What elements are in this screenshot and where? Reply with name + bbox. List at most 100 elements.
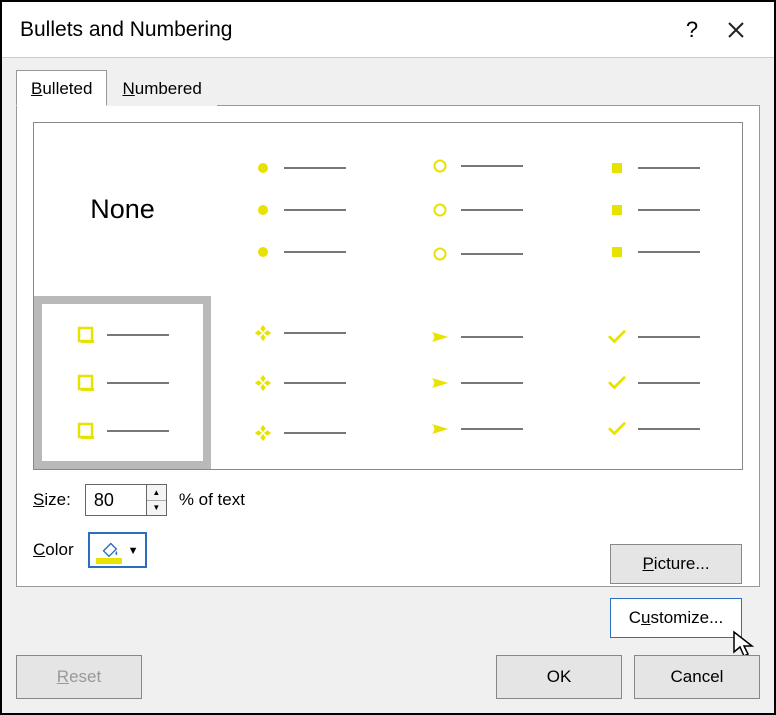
four-diamonds-icon <box>254 373 272 393</box>
four-diamonds-icon <box>254 423 272 443</box>
preview-line <box>284 209 346 211</box>
dialog-body: Bulleted Numbered None <box>2 58 774 713</box>
chevron-down-icon: ▼ <box>128 545 139 557</box>
preview-line <box>638 336 700 338</box>
tab-numbered-label: N <box>122 79 134 98</box>
preview-row <box>431 421 523 437</box>
customize-button-rest: stomize... <box>651 608 724 627</box>
preview-line <box>284 167 346 169</box>
size-spin-down[interactable]: ▼ <box>147 501 166 516</box>
size-spinner[interactable]: ▲ ▼ <box>85 484 167 516</box>
ok-button[interactable]: OK <box>496 655 622 699</box>
cancel-button[interactable]: Cancel <box>634 655 760 699</box>
preview-line <box>638 382 700 384</box>
preview-row <box>254 162 346 174</box>
preview-line <box>638 251 700 253</box>
preview-row <box>431 375 523 391</box>
four-diamonds-icon <box>254 323 272 343</box>
preview-line <box>638 167 700 169</box>
filled-square-icon <box>608 162 626 174</box>
bullet-option-hollow-square[interactable] <box>34 296 211 469</box>
tab-bar: Bulleted Numbered <box>16 70 760 106</box>
preview-line <box>461 165 523 167</box>
preview-row <box>608 162 700 174</box>
hollow-circle-icon <box>431 159 449 173</box>
preview-line <box>107 382 169 384</box>
preview-row <box>254 246 346 258</box>
preview-row <box>77 422 169 440</box>
bullet-style-grid: None <box>33 122 743 470</box>
preview-row <box>608 375 700 391</box>
bullet-option-filled-circle[interactable] <box>211 123 388 296</box>
help-button[interactable]: ? <box>670 8 714 52</box>
dialog-footer: Reset OK Cancel <box>16 655 760 699</box>
title-bar: Bullets and Numbering ? <box>2 2 774 58</box>
tab-bulleted[interactable]: Bulleted <box>16 70 107 106</box>
tab-numbered[interactable]: Numbered <box>107 70 216 106</box>
size-spin-up[interactable]: ▲ <box>147 485 166 501</box>
arrowhead-icon <box>431 375 449 391</box>
preview-line <box>461 209 523 211</box>
checkmark-icon <box>608 375 626 391</box>
hollow-circle-icon <box>431 247 449 261</box>
close-button[interactable] <box>714 8 758 52</box>
arrowhead-icon <box>431 329 449 345</box>
preview-line <box>461 382 523 384</box>
preview-line <box>461 428 523 430</box>
preview-line <box>284 251 346 253</box>
preview-row <box>254 373 346 393</box>
preview-line <box>638 428 700 430</box>
preview-row <box>608 246 700 258</box>
reset-button-rest: eset <box>69 667 101 686</box>
paint-bucket-icon <box>98 538 120 560</box>
preview-line <box>284 332 346 334</box>
tab-numbered-rest: umbered <box>135 79 202 98</box>
preview-line <box>284 382 346 384</box>
preview-row <box>608 421 700 437</box>
none-label: None <box>90 194 155 225</box>
preview-row <box>431 203 523 217</box>
dialog-title: Bullets and Numbering <box>20 18 670 42</box>
preview-line <box>461 336 523 338</box>
tab-panel-bulleted: None <box>16 105 760 587</box>
preview-row <box>608 329 700 345</box>
picture-button[interactable]: Picture... <box>610 544 742 584</box>
tab-bulleted-label: B <box>31 79 42 98</box>
filled-square-icon <box>608 246 626 258</box>
preview-row <box>431 329 523 345</box>
filled-circle-icon <box>254 162 272 174</box>
preview-row <box>431 159 523 173</box>
bullet-option-arrowhead[interactable] <box>388 296 565 469</box>
size-label: Size: <box>33 490 71 510</box>
hollow-square-icon <box>77 422 95 440</box>
filled-circle-icon <box>254 246 272 258</box>
preview-line <box>284 432 346 434</box>
hollow-square-icon <box>77 374 95 392</box>
bullet-option-four-diamonds[interactable] <box>211 296 388 469</box>
preview-line <box>638 209 700 211</box>
tab-bulleted-rest: ulleted <box>42 79 92 98</box>
preview-row <box>608 204 700 216</box>
bullet-option-filled-square[interactable] <box>565 123 742 296</box>
bullet-option-hollow-circle[interactable] <box>388 123 565 296</box>
size-suffix: % of text <box>179 490 245 510</box>
preview-row <box>254 323 346 343</box>
color-picker-button[interactable]: ▼ <box>88 532 147 568</box>
bullet-option-none[interactable]: None <box>34 123 211 296</box>
size-input[interactable] <box>86 485 146 515</box>
preview-row <box>254 204 346 216</box>
size-row: Size: ▲ ▼ % of text <box>33 470 743 516</box>
hollow-square-icon <box>77 326 95 344</box>
preview-row <box>431 247 523 261</box>
arrowhead-icon <box>431 421 449 437</box>
preview-line <box>461 253 523 255</box>
customize-button[interactable]: Customize... <box>610 598 742 638</box>
checkmark-icon <box>608 421 626 437</box>
reset-button: Reset <box>16 655 142 699</box>
preview-row <box>254 423 346 443</box>
filled-square-icon <box>608 204 626 216</box>
picture-button-rest: icture... <box>654 554 710 573</box>
hollow-circle-icon <box>431 203 449 217</box>
preview-line <box>107 334 169 336</box>
bullet-option-checkmark[interactable] <box>565 296 742 469</box>
